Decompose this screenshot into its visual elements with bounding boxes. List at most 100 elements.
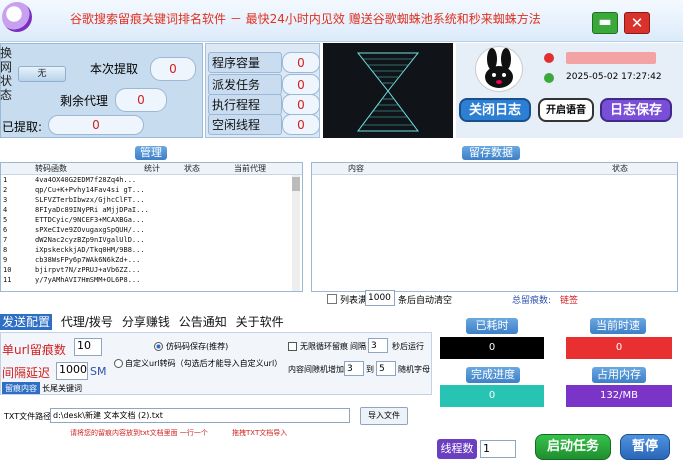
clock-icon: [544, 73, 554, 83]
row-code: SLFVZTerbIbwzx/GjhcClFT...: [35, 196, 145, 204]
network-status-label: 换网状态: [0, 46, 13, 102]
rounds-unit: 秒后运行: [392, 342, 424, 351]
manage-grid: 转码函数 统计 状态 当前代理 1 4va4OX40G2EDM7f28Zq4h..…: [0, 162, 303, 292]
pause-button[interactable]: 暂停: [620, 434, 670, 460]
total-label: 总留痕数:: [512, 296, 552, 306]
rand-label: 内容间隙机增加: [288, 365, 344, 374]
table-row[interactable]: 2 qp/Cu+K+Pvhy14Fav4si gT...: [1, 185, 302, 195]
table-row[interactable]: 6 sPXeCIve9ZOvugaxgSpQUH/...: [1, 225, 302, 235]
auto-clear-label-pre: 列表满: [340, 296, 368, 306]
row-code: ETTDCyic/9NCEF3+MCAXBGa...: [35, 216, 145, 224]
thread-label: 线程数: [437, 439, 477, 459]
total-value: 链签: [560, 296, 579, 306]
auto-clear-label-post: 条后自动清空: [398, 296, 453, 306]
window-title: 谷歌搜索留痕关键词排名软件 － 最快24小时内见效 赠送谷歌蜘蛛池系统和秒来蜘蛛…: [70, 12, 541, 26]
saved-grid: 内容 状态: [311, 162, 678, 292]
col-content: 内容: [348, 164, 364, 173]
memory-title: 占用内存: [592, 367, 646, 383]
rand-from-input[interactable]: 3: [344, 361, 364, 376]
radio-custom[interactable]: [114, 359, 123, 368]
row-code: bjirpvt7N/zPRUJ+aVb6ZZ...: [35, 266, 141, 274]
retention-input[interactable]: 10: [74, 338, 102, 356]
row-index: 1: [3, 176, 8, 184]
rounds-input[interactable]: 3: [368, 338, 388, 353]
table-row[interactable]: 3 SLFVZTerbIbwzx/GjhcClFT...: [1, 195, 302, 205]
tab-proxy[interactable]: 代理/拨号: [61, 315, 113, 329]
current-extract-label: 本次提取: [90, 62, 139, 76]
table-row[interactable]: 9 cb38WsFPy6p7WAk6N6kZd+...: [1, 255, 302, 265]
table-row[interactable]: 11 y/7yAMhAVI7HmSMM+OL6P8...: [1, 275, 302, 285]
rand-to-input[interactable]: 5: [376, 361, 396, 376]
elapsed-value: 0: [440, 337, 544, 359]
row-index: 8: [3, 246, 8, 254]
interval-input[interactable]: 1000: [56, 362, 88, 380]
row-index: 9: [3, 256, 8, 264]
dispatch-label: 派发任务: [208, 74, 282, 95]
row-code: dW2Nac2cyzBZp9nIVgalUlD...: [35, 236, 145, 244]
start-task-button[interactable]: 启动任务: [535, 434, 611, 460]
tab-notice[interactable]: 公告通知: [179, 315, 227, 329]
voice-button[interactable]: 开启语音: [538, 98, 594, 122]
row-code: 4va4OX40G2EDM7f28Zq4h...: [35, 176, 137, 184]
close-log-button[interactable]: 关闭日志: [459, 98, 531, 122]
current-datetime: 2025-05-02 17:27:42: [566, 72, 662, 82]
progress-value: 0: [440, 385, 544, 407]
col-code: 转码函数: [35, 164, 67, 173]
table-row[interactable]: 4 8FIyaDc89INyPRi aMjjDPaI...: [1, 205, 302, 215]
auto-clear-input[interactable]: 1000: [365, 290, 395, 306]
row-code: qp/Cu+K+Pvhy14Fav4si gT...: [35, 186, 145, 194]
rounds-label: 间隔: [350, 342, 366, 351]
extracted-label: 已提取:: [2, 120, 43, 134]
memory-value: 132/MB: [566, 385, 672, 407]
radio-custom-label: 自定义url转码（勾选后才能导入自定义url）: [125, 359, 283, 368]
col-status: 状态: [184, 164, 200, 173]
save-log-button[interactable]: 日志保存: [600, 98, 672, 122]
row-code: iXpskeckkjAD/Tkq0HM/9B8...: [35, 246, 145, 254]
table-row[interactable]: 10 bjirpvt7N/zPRUJ+aVb6ZZ...: [1, 265, 302, 275]
table-row[interactable]: 5 ETTDCyic/9NCEF3+MCAXBGa...: [1, 215, 302, 225]
rand-to-label: 到: [366, 365, 374, 374]
table-row[interactable]: 8 iXpskeckkjAD/Tkq0HM/9B8...: [1, 245, 302, 255]
network-status-value: 无: [18, 66, 66, 82]
auto-clear-checkbox[interactable]: [327, 294, 337, 304]
hourglass-animation: [323, 43, 453, 138]
remaining-proxy-value: 0: [115, 88, 167, 112]
interval-label: 间隔延迟: [2, 366, 51, 380]
row-index: 3: [3, 196, 8, 204]
hourglass-icon: [356, 52, 420, 132]
executing-label: 执行程程: [208, 94, 282, 115]
row-code: cb38WsFPy6p7WAk6N6kZd+...: [35, 256, 141, 264]
row-index: 2: [3, 186, 8, 194]
tab-about[interactable]: 关于软件: [236, 315, 284, 329]
row-index: 10: [3, 266, 12, 274]
manage-scrollbar[interactable]: [292, 175, 300, 291]
main-tabs: 发送配置 代理/拨号 分享赚钱 公告通知 关于软件: [0, 313, 430, 331]
close-button[interactable]: ✕: [624, 12, 650, 34]
tab-share[interactable]: 分享赚钱: [122, 315, 170, 329]
capacity-label: 程序容量: [208, 52, 282, 73]
tab-send-config[interactable]: 发送配置: [0, 314, 53, 330]
loop-checkbox[interactable]: [288, 342, 297, 351]
table-row[interactable]: 7 dW2Nac2cyzBZp9nIVgalUlD...: [1, 235, 302, 245]
idle-value: 0: [282, 114, 320, 135]
row-index: 6: [3, 226, 8, 234]
radio-default-label: 仿码码保存(推荐): [166, 342, 229, 351]
elapsed-title: 已耗时: [466, 318, 518, 334]
progress-title: 完成进度: [466, 367, 520, 383]
row-index: 7: [3, 236, 8, 244]
table-row[interactable]: 1 4va4OX40G2EDM7f28Zq4h...: [1, 175, 302, 185]
thread-input[interactable]: 1: [480, 440, 516, 458]
col-saved-status: 状态: [612, 164, 628, 173]
retention-label: 单url留痕数: [2, 343, 66, 357]
executing-value: 0: [282, 94, 320, 115]
subtab-keywords[interactable]: 长尾关键词: [42, 383, 82, 394]
import-file-button[interactable]: 导入文件: [360, 407, 408, 425]
file-path-input[interactable]: d:\desk\新建 文本文档 (2).txt: [50, 408, 350, 423]
row-index: 4: [3, 206, 8, 214]
rand-unit: 随机字母: [398, 365, 430, 374]
row-code: y/7yAMhAVI7HmSMM+OL6P8...: [35, 276, 141, 284]
minimize-button[interactable]: ▬: [592, 12, 618, 34]
remaining-proxy-label: 剩余代理: [60, 94, 109, 108]
file-hint-a: 请将您的留痕内容放到txt文档里面 一行一个: [70, 429, 208, 437]
radio-default[interactable]: [154, 342, 163, 351]
